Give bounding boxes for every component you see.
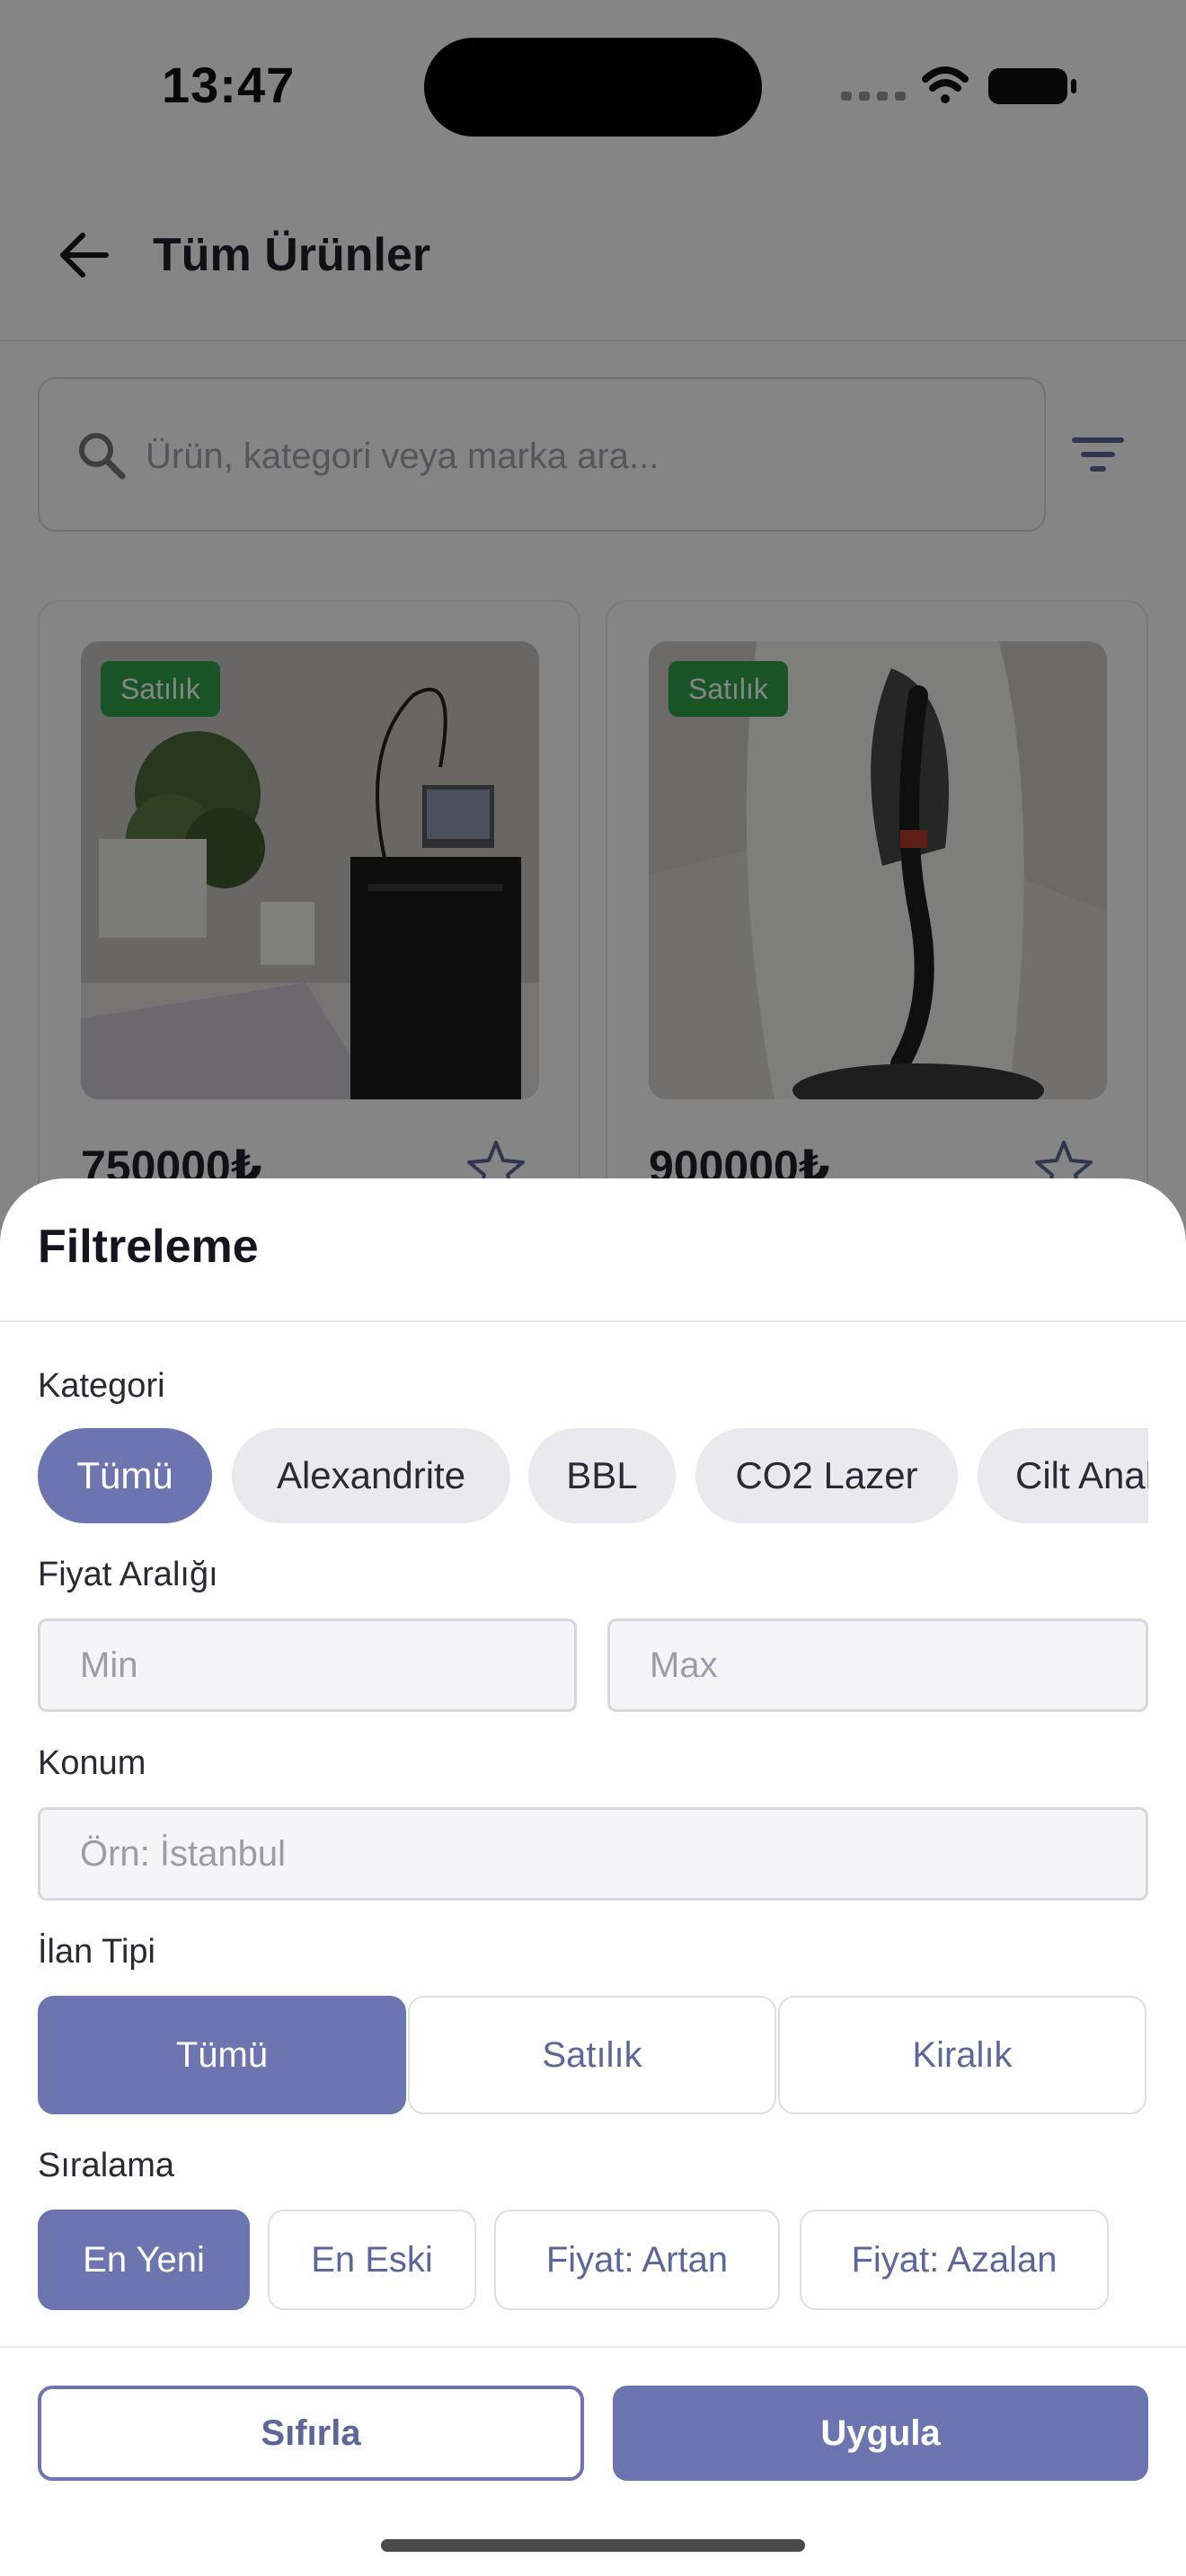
- location-field[interactable]: [38, 1807, 1148, 1901]
- home-indicator: [381, 2539, 805, 2552]
- listing-type-label: İlan Tipi: [38, 1933, 155, 1971]
- max-price-input[interactable]: [650, 1621, 1131, 1709]
- price-range-label: Fiyat Aralığı: [38, 1556, 218, 1593]
- category-chip-alexandrite[interactable]: Alexandrite: [232, 1428, 510, 1523]
- reset-button[interactable]: Sıfırla: [38, 2386, 584, 2481]
- sort-oldest[interactable]: En Eski: [268, 2210, 476, 2310]
- listing-type-sale[interactable]: Satılık: [408, 1996, 776, 2114]
- min-price-field[interactable]: [38, 1619, 577, 1712]
- sheet-title: Filtreleme: [38, 1221, 259, 1273]
- divider: [0, 2346, 1186, 2348]
- category-chip-cilt-analiz[interactable]: Cilt Analiz: [978, 1428, 1148, 1523]
- filter-sheet: Filtreleme Kategori Tümü Alexandrite BBL…: [0, 1178, 1186, 2576]
- location-input[interactable]: [80, 1810, 1131, 1898]
- category-chip-co2-lazer[interactable]: CO2 Lazer: [695, 1428, 958, 1523]
- listing-type-all[interactable]: Tümü: [38, 1996, 406, 2114]
- max-price-field[interactable]: [607, 1619, 1148, 1712]
- category-chips[interactable]: Tümü Alexandrite BBL CO2 Lazer Cilt Anal…: [0, 1428, 1148, 1523]
- apply-button[interactable]: Uygula: [613, 2386, 1148, 2481]
- sort-newest[interactable]: En Yeni: [38, 2210, 250, 2310]
- min-price-input[interactable]: [80, 1621, 560, 1709]
- sorting-label: Sıralama: [38, 2147, 175, 2184]
- divider: [0, 1320, 1186, 1322]
- location-label: Konum: [38, 1744, 146, 1782]
- sort-price-desc[interactable]: Fiyat: Azalan: [800, 2210, 1109, 2310]
- category-label: Kategori: [38, 1367, 165, 1405]
- category-chip-bbl[interactable]: BBL: [528, 1428, 676, 1523]
- listing-type-rent[interactable]: Kiralık: [778, 1996, 1146, 2114]
- sort-price-asc[interactable]: Fiyat: Artan: [494, 2210, 780, 2310]
- category-chip-all[interactable]: Tümü: [38, 1428, 212, 1523]
